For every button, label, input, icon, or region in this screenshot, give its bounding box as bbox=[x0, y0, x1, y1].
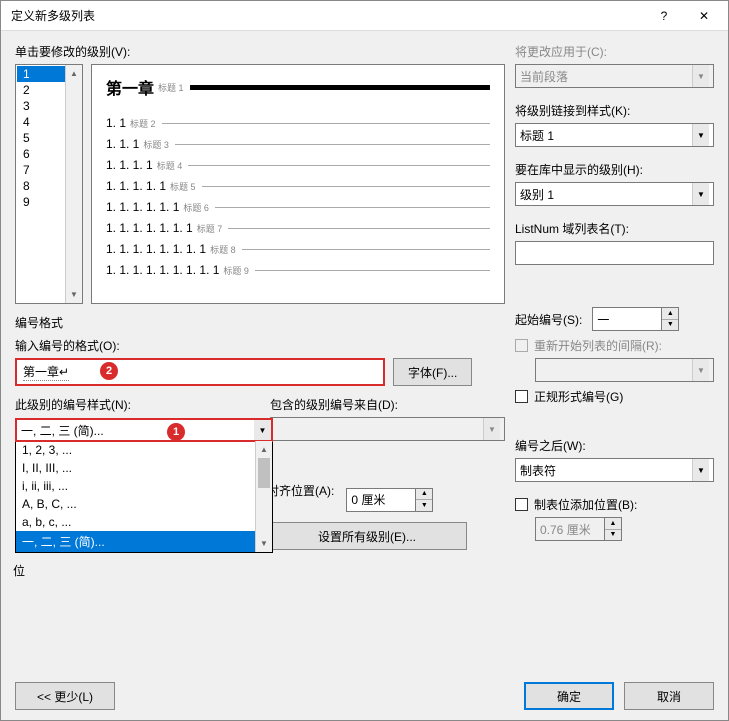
preview-pane: 第一章标题 1 1. 1标题 2 1. 1. 1标题 3 1. 1. 1. 1标… bbox=[91, 64, 505, 304]
dropdown-scrollbar[interactable]: ▲ ▼ bbox=[255, 441, 272, 552]
dropdown-item[interactable]: a, b, c, ... bbox=[16, 513, 272, 531]
click-level-label: 单击要修改的级别(V): bbox=[15, 43, 505, 60]
format-input-label: 输入编号的格式(O): bbox=[15, 337, 505, 354]
gallery-level-select[interactable]: 级别 1 ▼ bbox=[515, 182, 714, 206]
dialog-body: 单击要修改的级别(V): 1 2 3 4 5 6 7 8 9 bbox=[1, 31, 728, 672]
less-button[interactable]: << 更少(L) bbox=[15, 682, 115, 710]
close-icon: ✕ bbox=[699, 9, 709, 23]
help-button[interactable]: ? bbox=[644, 2, 684, 30]
chevron-down-icon[interactable]: ▼ bbox=[254, 420, 271, 440]
level-listbox[interactable]: 1 2 3 4 5 6 7 8 9 ▲ ▼ bbox=[15, 64, 83, 304]
cancel-button[interactable]: 取消 bbox=[624, 682, 714, 710]
spinner-down-icon: ▼ bbox=[605, 530, 621, 541]
tab-stop-label: 制表位添加位置(B): bbox=[534, 496, 637, 513]
chevron-down-icon[interactable]: ▼ bbox=[692, 183, 709, 205]
level-scrollbar[interactable]: ▲ ▼ bbox=[65, 65, 82, 303]
restart-checkbox bbox=[515, 339, 528, 352]
listnum-input[interactable] bbox=[515, 241, 714, 265]
spinner-down-icon[interactable]: ▼ bbox=[416, 500, 432, 511]
help-icon: ? bbox=[661, 9, 668, 23]
dropdown-item[interactable]: I, II, III, ... bbox=[16, 459, 272, 477]
close-button[interactable]: ✕ bbox=[684, 2, 724, 30]
tab-stop-spinner: 0.76 厘米 ▲▼ bbox=[535, 517, 714, 541]
spinner-down-icon[interactable]: ▼ bbox=[662, 320, 678, 331]
format-section-label: 编号格式 bbox=[15, 314, 505, 331]
gallery-level-label: 要在库中显示的级别(H): bbox=[515, 161, 714, 178]
titlebar: 定义新多级列表 ? ✕ bbox=[1, 1, 728, 31]
link-style-label: 将级别链接到样式(K): bbox=[515, 102, 714, 119]
apply-to-select: 当前段落 ▼ bbox=[515, 64, 714, 88]
chevron-down-icon[interactable]: ▼ bbox=[692, 459, 709, 481]
number-style-label: 此级别的编号样式(N): bbox=[15, 396, 250, 413]
chevron-down-icon: ▼ bbox=[483, 418, 500, 440]
scroll-down-icon[interactable]: ▼ bbox=[66, 286, 82, 303]
legal-label: 正规形式编号(G) bbox=[534, 388, 623, 405]
ok-button[interactable]: 确定 bbox=[524, 682, 614, 710]
set-all-levels-button[interactable]: 设置所有级别(E)... bbox=[267, 522, 467, 550]
include-level-select: ▼ bbox=[270, 417, 505, 441]
dropdown-item[interactable]: 1, 2, 3, ... bbox=[16, 441, 272, 459]
align-at-spinner[interactable]: 0 厘米 ▲▼ bbox=[346, 488, 433, 512]
scroll-down-icon[interactable]: ▼ bbox=[256, 535, 272, 552]
dropdown-item[interactable]: 一, 二, 三 (简)... bbox=[16, 531, 272, 552]
dialog-title: 定义新多级列表 bbox=[11, 7, 644, 24]
dialog-footer: << 更少(L) 确定 取消 bbox=[1, 672, 728, 720]
start-at-spinner[interactable]: 一 ▲▼ bbox=[592, 307, 679, 331]
callout-2: 2 bbox=[100, 362, 118, 380]
start-at-label: 起始编号(S): bbox=[515, 311, 582, 328]
restart-label: 重新开始列表的间隔(R): bbox=[534, 337, 662, 354]
legal-checkbox[interactable] bbox=[515, 390, 528, 403]
chevron-down-icon[interactable]: ▼ bbox=[692, 124, 709, 146]
number-style-dropdown[interactable]: 一, 二, 三 (简)... 1 ▼ 1, 2, 3, ... I, II, I… bbox=[15, 418, 273, 553]
scroll-up-icon[interactable]: ▲ bbox=[256, 441, 272, 458]
dialog: 定义新多级列表 ? ✕ 单击要修改的级别(V): 1 2 3 4 5 6 bbox=[0, 0, 729, 721]
callout-1: 1 bbox=[167, 423, 185, 441]
font-button[interactable]: 字体(F)... bbox=[393, 358, 472, 386]
chevron-down-icon: ▼ bbox=[692, 65, 709, 87]
scroll-up-icon[interactable]: ▲ bbox=[66, 65, 82, 82]
apply-to-label: 将更改应用于(C): bbox=[515, 43, 714, 60]
scroll-thumb[interactable] bbox=[258, 458, 270, 488]
number-format-input[interactable]: 第一章↵ bbox=[15, 358, 385, 386]
listnum-label: ListNum 域列表名(T): bbox=[515, 220, 714, 237]
include-level-label: 包含的级别编号来自(D): bbox=[270, 396, 505, 413]
dropdown-item[interactable]: A, B, C, ... bbox=[16, 495, 272, 513]
follow-number-label: 编号之后(W): bbox=[515, 437, 714, 454]
align-at-label: 对齐位置(A): bbox=[267, 482, 334, 499]
spinner-up-icon: ▲ bbox=[605, 518, 621, 530]
follow-number-select[interactable]: 制表符 ▼ bbox=[515, 458, 714, 482]
restart-select: ▼ bbox=[535, 358, 714, 382]
dropdown-item[interactable]: i, ii, iii, ... bbox=[16, 477, 272, 495]
spinner-up-icon[interactable]: ▲ bbox=[662, 308, 678, 320]
chevron-down-icon: ▼ bbox=[692, 359, 709, 381]
tab-stop-checkbox[interactable] bbox=[515, 498, 528, 511]
spinner-up-icon[interactable]: ▲ bbox=[416, 489, 432, 501]
link-style-select[interactable]: 标题 1 ▼ bbox=[515, 123, 714, 147]
pos-fragment: 位 bbox=[13, 562, 25, 579]
